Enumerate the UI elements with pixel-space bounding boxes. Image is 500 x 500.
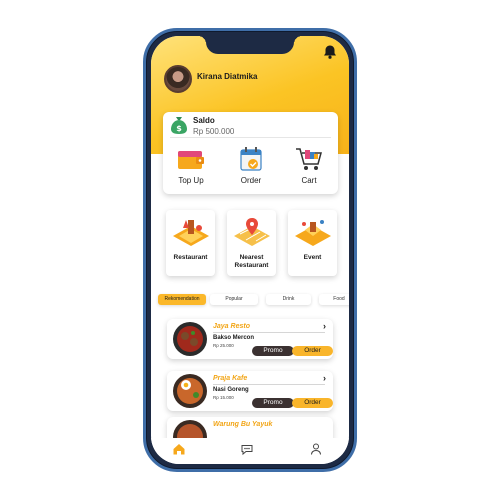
menu-item-price: Rp 15.000 [213, 395, 234, 400]
divider [213, 332, 325, 333]
avatar[interactable] [164, 65, 192, 93]
home-icon[interactable] [172, 442, 186, 456]
svg-text:$: $ [176, 124, 182, 133]
order-label: Order [240, 176, 262, 185]
food-photo-nasi-goreng [173, 374, 207, 408]
restaurant-name: Warung Bu Yayuk [213, 421, 273, 428]
app-screen: Kirana Diatmika $ Saldo Rp 500.000 Top U… [151, 36, 349, 464]
balance-label: Saldo [193, 116, 215, 125]
restaurant-card[interactable]: Jaya Resto › Bakso Mercon Rp 25.000 Prom… [167, 319, 333, 359]
tab-drink[interactable]: Drink [266, 294, 311, 305]
bell-icon[interactable] [322, 44, 338, 60]
service-restaurant-label: Restaurant [173, 254, 208, 261]
service-event-label: Event [303, 254, 322, 261]
phone-notch [198, 36, 302, 54]
restaurant-name: Jaya Resto [213, 323, 250, 330]
restaurant-isometric-icon [172, 220, 209, 246]
chevron-right-icon[interactable]: › [323, 321, 326, 331]
promo-button[interactable]: Promo [252, 398, 294, 408]
order-button[interactable]: Order [227, 145, 275, 189]
divider [213, 384, 325, 385]
service-restaurant[interactable]: Restaurant [166, 210, 215, 276]
restaurant-card[interactable]: Praja Kafe › Nasi Goreng Rp 15.000 Promo… [167, 371, 333, 411]
cart-label: Cart [301, 176, 317, 185]
divider [170, 137, 331, 138]
order-button[interactable]: Order [292, 398, 333, 408]
balance-value: Rp 500.000 [193, 127, 235, 136]
profile-icon[interactable] [309, 442, 323, 456]
wallet-icon [178, 151, 204, 169]
calendar-check-icon [240, 147, 262, 171]
tab-rekomendation[interactable]: Rekomendation [158, 294, 206, 305]
user-name: Kirana Diatmika [197, 72, 258, 81]
tab-popular[interactable]: Popular [210, 294, 258, 305]
top-up-label: Top Up [178, 176, 204, 185]
top-up-button[interactable]: Top Up [167, 145, 215, 189]
menu-item-name: Nasi Goreng [213, 387, 249, 393]
service-nearest-label: Nearest Restaurant [234, 254, 269, 269]
menu-item-name: Bakso Mercon [213, 335, 255, 341]
event-isometric-icon [294, 220, 331, 246]
money-bag-icon: $ [171, 117, 187, 134]
restaurant-name: Praja Kafe [213, 375, 248, 382]
chevron-right-icon[interactable]: › [323, 373, 326, 383]
promo-button[interactable]: Promo [252, 346, 294, 356]
chat-icon[interactable] [240, 442, 254, 456]
tab-food[interactable]: Food [319, 294, 349, 305]
order-button[interactable]: Order [292, 346, 333, 356]
menu-item-price: Rp 25.000 [213, 343, 234, 348]
service-event[interactable]: Event [288, 210, 337, 276]
bottom-nav [151, 438, 349, 464]
cart-icon [296, 148, 322, 170]
balance-card: $ Saldo Rp 500.000 Top Up Order Cart [163, 112, 338, 194]
food-photo-bakso [173, 322, 207, 356]
service-nearest-restaurant[interactable]: Nearest Restaurant [227, 210, 276, 276]
cart-button[interactable]: Cart [285, 145, 333, 189]
map-pin-icon [233, 218, 270, 246]
